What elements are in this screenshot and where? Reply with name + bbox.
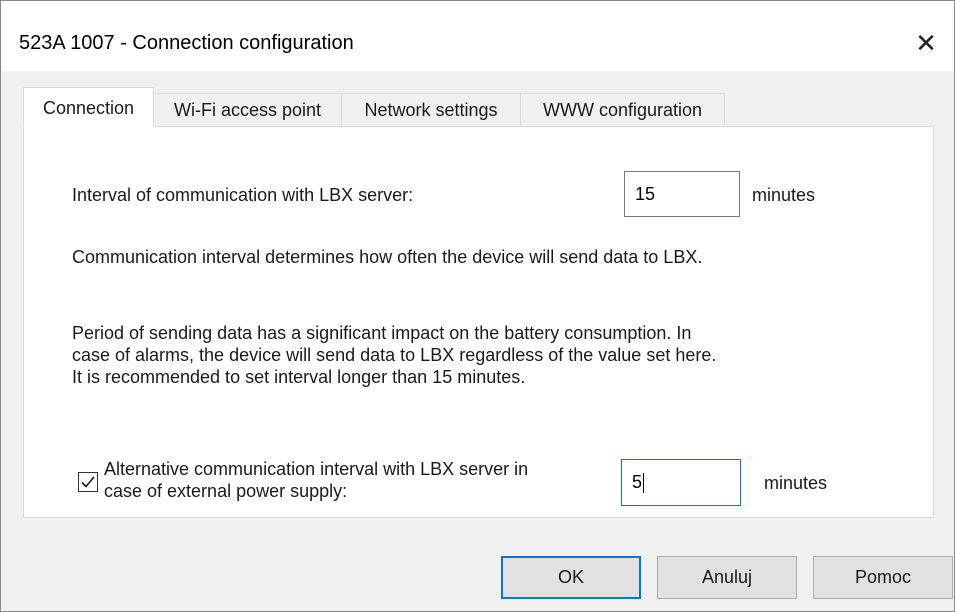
tab-connection[interactable]: Connection <box>23 87 154 127</box>
battery-note-line-1: Period of sending data has a significant… <box>72 323 692 343</box>
ok-button[interactable]: OK <box>501 556 641 599</box>
alt-interval-input[interactable]: 5 <box>621 459 741 506</box>
interval-input-value: 15 <box>635 184 656 204</box>
connection-tab-panel: Interval of communication with LBX serve… <box>23 126 934 518</box>
tab-wifi-access-point[interactable]: Wi-Fi access point <box>153 93 342 125</box>
window-title: 523A 1007 - Connection configuration <box>19 32 354 54</box>
alt-interval-label-line-1: Alternative communication interval with … <box>104 459 529 479</box>
alt-interval-unit-label: minutes <box>764 473 828 493</box>
interval-input[interactable]: 15 <box>624 171 740 217</box>
alt-interval-input-value: 5 <box>632 472 643 492</box>
alt-interval-checkbox[interactable] <box>78 472 98 492</box>
cancel-button[interactable]: Anuluj <box>657 556 797 599</box>
title-bar: 523A 1007 - Connection configuration ✕ <box>1 1 954 71</box>
tab-network-settings[interactable]: Network settings <box>341 93 521 125</box>
tab-www-configuration[interactable]: WWW configuration <box>520 93 725 125</box>
battery-note-line-2: case of alarms, the device will send dat… <box>72 345 717 365</box>
close-icon[interactable]: ✕ <box>906 23 946 63</box>
interval-info-text: Communication interval determines how of… <box>72 247 703 267</box>
connection-config-dialog: 523A 1007 - Connection configuration ✕ C… <box>0 0 955 612</box>
text-caret <box>643 473 645 494</box>
interval-unit-label: minutes <box>752 185 816 205</box>
alt-interval-label-line-2: case of external power supply: <box>104 481 348 501</box>
help-button[interactable]: Pomoc <box>813 556 953 599</box>
interval-label: Interval of communication with LBX serve… <box>72 185 414 205</box>
battery-note-line-3: It is recommended to set interval longer… <box>72 367 526 387</box>
checkmark-icon <box>81 476 95 488</box>
